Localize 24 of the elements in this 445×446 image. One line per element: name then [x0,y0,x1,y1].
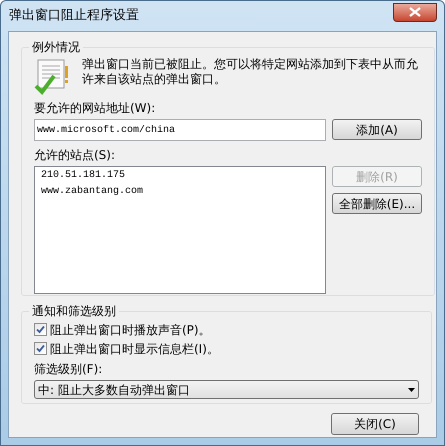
checkbox[interactable] [34,342,47,355]
field-label: 筛选级别(F): [34,361,104,378]
add-button[interactable]: 添加(A) [332,119,422,140]
field-label: 要允许的网站地址(W): [34,100,156,117]
group-heading: 例外情况 [31,39,81,56]
checkbox-label: 阻止弹出窗口时显示信息栏(I)。 [50,340,219,358]
close-icon [409,7,421,17]
check-icon [36,344,45,353]
address-field[interactable]: www.microsoft.com/china [34,119,326,141]
dropdown-arrow-icon [408,388,415,392]
info-message: 弹出窗口当前已被阻止。您可以将特定网站添加到下表中从而允许来自该站点的弹出窗口。 [82,56,418,87]
checkbox-label: 阻止弹出窗口时播放声音(P)。 [50,322,211,338]
window-title: 弹出窗口阻止程序设置 [8,7,139,26]
group-heading: 通知和筛选级别 [31,303,117,320]
site-item[interactable]: www.zabantang.com [41,185,319,199]
site-item[interactable]: 210.51.181.175 [41,169,319,183]
check-icon [36,325,45,334]
level-dropdown[interactable]: 中: 阻止大多数自动弹出窗口 [34,380,419,399]
close-dialog-button[interactable]: 关闭(C) [331,413,419,435]
remove-all-button[interactable]: 全部删除(E)... [332,193,422,214]
checkbox[interactable] [34,323,47,336]
site-list[interactable]: 210.51.181.175 www.zabantang.com [34,166,326,294]
field-label: 允许的站点(S): [34,147,116,164]
close-button[interactable] [393,2,437,22]
